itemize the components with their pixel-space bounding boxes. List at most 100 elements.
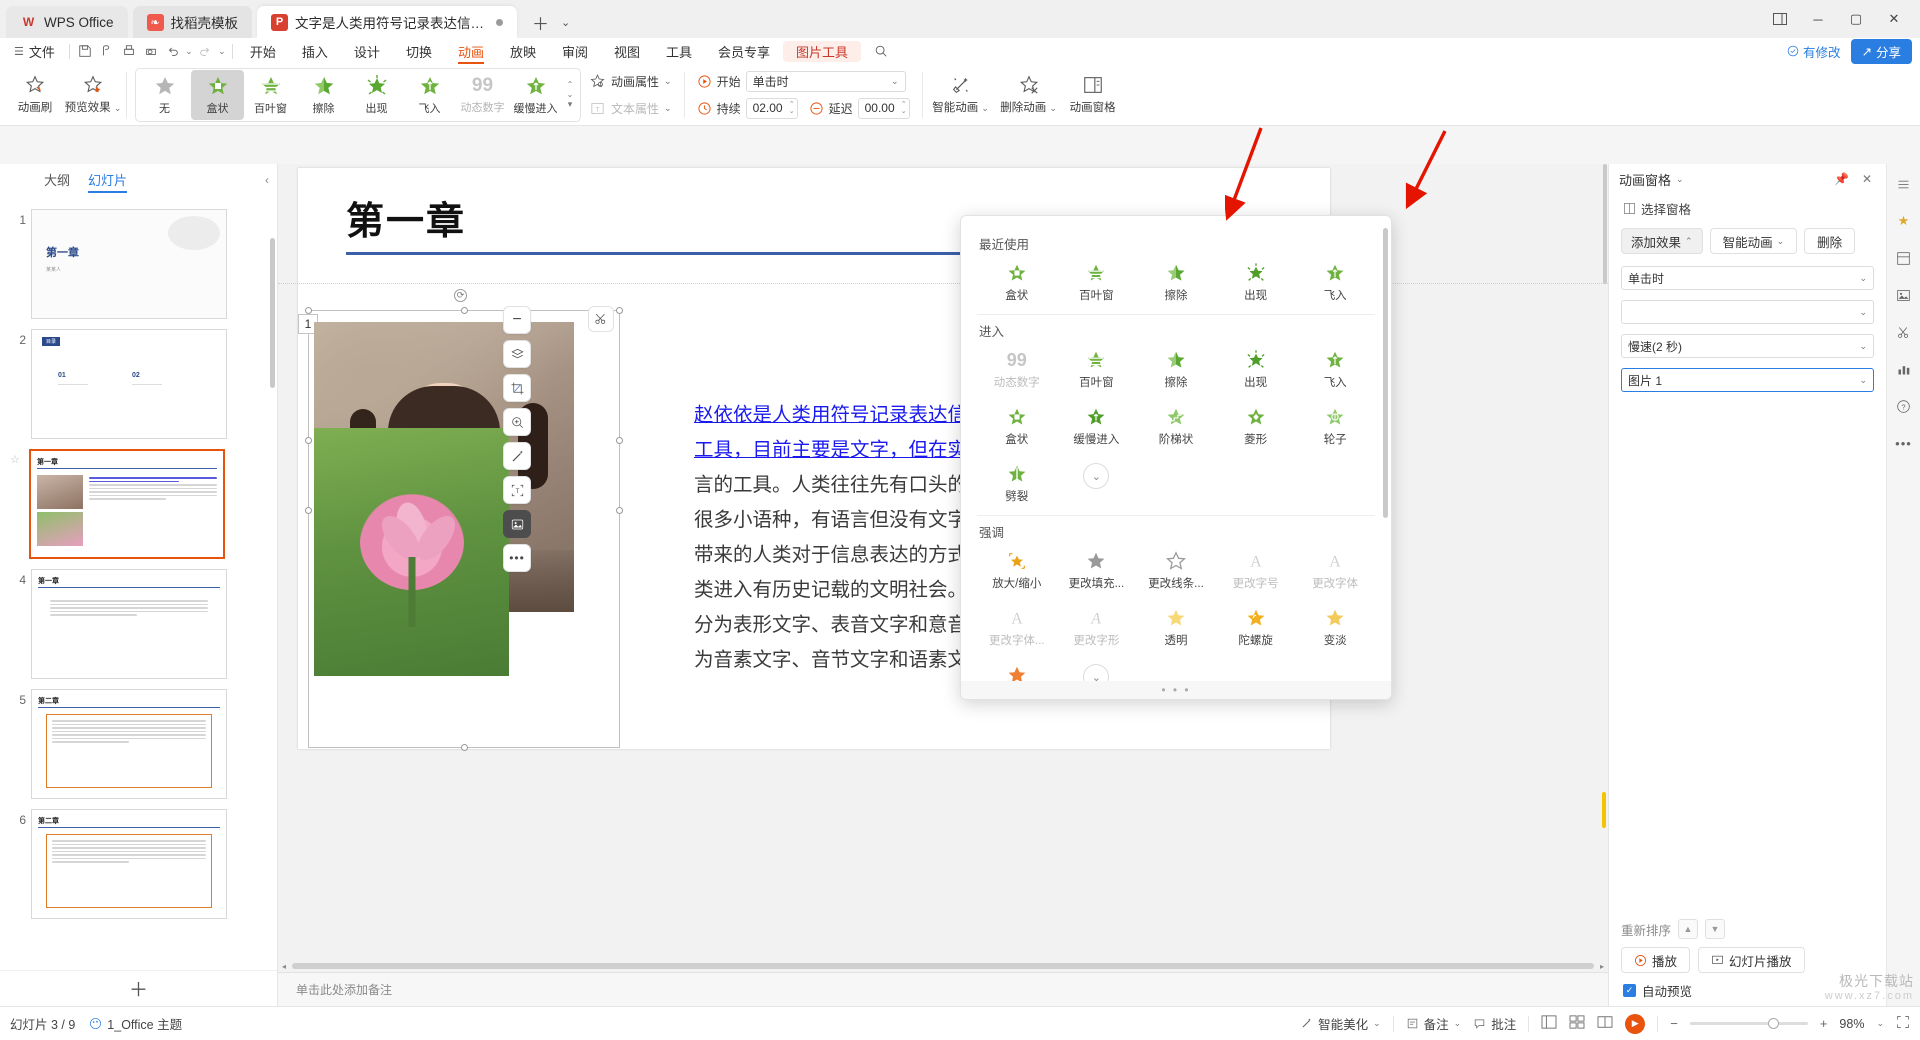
comment-button[interactable]: 批注 xyxy=(1473,1014,1516,1033)
menu-tab-start[interactable]: 开始 xyxy=(237,38,289,64)
redo-dropdown-icon[interactable]: ⌄ xyxy=(216,40,228,62)
zoom-out-button[interactable]: − xyxy=(1670,1016,1678,1031)
effect-appear[interactable]: 出现 xyxy=(1216,255,1296,308)
chevron-down-icon[interactable]: ⌄ xyxy=(567,90,574,99)
slideshow-button[interactable]: 幻灯片播放 xyxy=(1698,947,1805,973)
delete-animation-button[interactable]: 删除动画 ⌄ xyxy=(995,67,1063,123)
effect-change-line[interactable]: 更改线条... xyxy=(1136,543,1216,596)
chevron-down-icon[interactable]: ⌄ xyxy=(561,16,570,29)
arrow-down-icon[interactable]: ▼ xyxy=(1705,919,1726,939)
image-icon[interactable] xyxy=(1892,283,1916,307)
start-select[interactable]: 单击时 ⌄ xyxy=(745,70,906,92)
menu-tab-insert[interactable]: 插入 xyxy=(289,38,341,64)
effect-spin[interactable]: 陀螺旋 xyxy=(1216,600,1296,653)
slide-thumbnail[interactable]: 第一章 某某人 xyxy=(31,209,227,319)
scissors-icon[interactable] xyxy=(1892,320,1916,344)
star-fav-icon[interactable]: ★ xyxy=(1892,209,1916,233)
chevron-up-icon[interactable]: ⌃ xyxy=(567,80,574,89)
crop-icon[interactable] xyxy=(503,374,531,402)
slide-thumbnail-list[interactable]: 1 第一章 某某人 2 目录 01 02 ☆ 第一章 4 第一章 5 第二章 6… xyxy=(0,198,277,970)
effect-change-font[interactable]: A 更改字体 xyxy=(1295,543,1375,596)
sorter-view-icon[interactable] xyxy=(1569,1015,1585,1032)
effect-wheel[interactable]: 轮子 xyxy=(1295,399,1375,452)
tab-wps-home[interactable]: W WPS Office xyxy=(6,6,128,38)
search-icon[interactable] xyxy=(861,38,901,64)
gallery-item-blinds[interactable]: 百叶窗 xyxy=(244,70,297,120)
fit-screen-icon[interactable] xyxy=(1896,1015,1910,1032)
print-icon[interactable] xyxy=(118,40,140,62)
animation-effects-popup[interactable]: 最近使用 盒状 百叶窗 擦除 出现 飞入 进入 99 动态数字 百叶窗 擦除 出… xyxy=(960,215,1392,700)
gallery-item-dynamic-number[interactable]: 99 动态数字 xyxy=(456,70,509,120)
list-icon[interactable] xyxy=(1892,172,1916,196)
popup-resize-handle[interactable]: • • • xyxy=(961,681,1391,699)
effect-target-select[interactable]: 图片 1 ⌄ xyxy=(1621,368,1874,392)
list-item[interactable]: ☆ 第一章 xyxy=(0,444,277,564)
zoom-in-icon[interactable] xyxy=(503,408,531,436)
gallery-item-slow-entrance[interactable]: 缓慢进入 xyxy=(509,70,562,120)
add-effect-button[interactable]: 添加效果 ⌃ xyxy=(1621,228,1703,254)
effect-box[interactable]: 盒状 xyxy=(977,255,1057,308)
zoom-knob[interactable] xyxy=(1767,1018,1779,1029)
share-button[interactable]: ↗ 分享 xyxy=(1850,38,1912,64)
resize-handle-e[interactable] xyxy=(616,437,623,444)
horizontal-scrollbar[interactable]: ◂ ▸ xyxy=(278,960,1608,972)
effect-start-select[interactable]: 单击时 ⌄ xyxy=(1621,266,1874,290)
chevron-down-icon[interactable]: ⌄ xyxy=(1876,1018,1884,1029)
effect-wipe[interactable]: 擦除 xyxy=(1136,255,1216,308)
effect-transparent[interactable]: 透明 xyxy=(1136,600,1216,653)
list-item[interactable]: 5 第二章 xyxy=(0,684,277,804)
resize-handle-ne[interactable] xyxy=(616,307,623,314)
notes-button[interactable]: 备注 ⌄ xyxy=(1406,1014,1461,1033)
close-icon[interactable]: ✕ xyxy=(1858,172,1876,186)
smart-animation-button[interactable]: 智能动画 ⌄ xyxy=(927,67,995,123)
list-item[interactable]: 4 第一章 xyxy=(0,564,277,684)
menu-tab-animation[interactable]: 动画 xyxy=(445,38,497,64)
resize-handle-w[interactable] xyxy=(305,437,312,444)
effect-change-font-style[interactable]: A 更改字形 xyxy=(1057,600,1137,653)
spinner-icon[interactable]: ⌃ ⌄ xyxy=(901,101,907,115)
tab-template-store[interactable]: ❧ 找稻壳模板 xyxy=(132,6,253,38)
resize-handle-nw[interactable] xyxy=(305,307,312,314)
resize-handle-s[interactable] xyxy=(461,744,468,751)
menu-tab-design[interactable]: 设计 xyxy=(341,38,393,64)
chevron-down-icon[interactable]: ⌄ xyxy=(664,103,672,114)
beautify-button[interactable]: 智能美化 ⌄ xyxy=(1300,1014,1381,1033)
effect-slow-entrance[interactable]: 缓慢进入 xyxy=(1057,399,1137,452)
zoom-in-button[interactable]: + xyxy=(1820,1016,1828,1031)
preview-effect-button[interactable]: 预览效果 ⌄ xyxy=(64,67,122,123)
menu-tab-slideshow[interactable]: 放映 xyxy=(497,38,549,64)
effect-direction-select[interactable]: ⌄ xyxy=(1621,300,1874,324)
close-icon[interactable]: ✕ xyxy=(1876,6,1912,32)
file-menu-button[interactable]: ☰ 文件 xyxy=(8,38,65,64)
gallery-item-wipe[interactable]: 擦除 xyxy=(297,70,350,120)
duration-input[interactable]: 02.00 ⌃ ⌄ xyxy=(745,97,798,119)
chevron-down-icon[interactable]: ⌄ xyxy=(664,76,672,87)
canvas-vertical-scrollbar[interactable] xyxy=(1602,164,1608,1006)
print-search-icon[interactable] xyxy=(140,40,162,62)
resize-handle-se2[interactable] xyxy=(616,507,623,514)
animation-property-row[interactable]: 动画属性 ⌄ xyxy=(589,70,672,93)
undo-dropdown-icon[interactable]: ⌄ xyxy=(184,40,194,62)
chevron-down-icon[interactable]: ⌄ xyxy=(1676,174,1684,185)
gallery-item-flyin[interactable]: 飞入 xyxy=(403,70,456,120)
navigator-scrollbar[interactable] xyxy=(270,238,275,388)
tab-slides[interactable]: 幻灯片 xyxy=(88,170,128,193)
collapse-pane-icon[interactable]: ‹ xyxy=(265,173,269,187)
new-tab-icon[interactable]: ＋ xyxy=(532,10,549,35)
minus-icon[interactable]: − xyxy=(503,306,531,334)
slide-thumbnail[interactable]: 目录 01 02 xyxy=(31,329,227,439)
tab-outline[interactable]: 大纲 xyxy=(44,170,70,193)
add-slide-button[interactable]: ＋ xyxy=(0,970,277,1006)
tab-current-presentation[interactable]: P 文字是人类用符号记录表达信息以( xyxy=(257,6,518,38)
menu-tab-member[interactable]: 会员专享 xyxy=(705,38,783,64)
resize-handle-n[interactable] xyxy=(461,307,468,314)
lotus-image[interactable] xyxy=(314,428,509,676)
picture-icon[interactable] xyxy=(503,510,531,538)
slide-thumbnail[interactable]: 第一章 xyxy=(31,569,227,679)
effect-appear[interactable]: 出现 xyxy=(1216,342,1296,395)
notes-area[interactable]: 单击此处添加备注 xyxy=(278,972,1608,1006)
effect-diamond[interactable]: 菱形 xyxy=(1216,399,1296,452)
list-item[interactable]: 2 目录 01 02 xyxy=(0,324,277,444)
panel-toggle-icon[interactable] xyxy=(1762,6,1798,32)
menu-tab-review[interactable]: 审阅 xyxy=(549,38,601,64)
